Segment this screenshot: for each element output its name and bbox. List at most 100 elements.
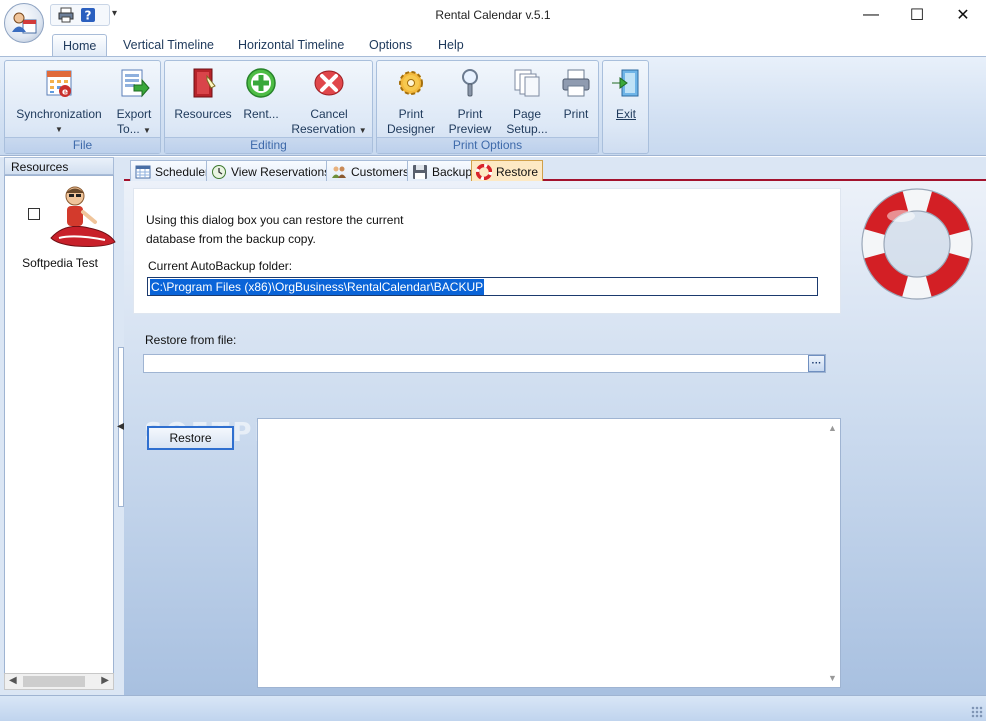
autobackup-folder-field[interactable]: C:\Program Files (x86)\OrgBusiness\Renta…	[147, 277, 818, 296]
group-label-file: File	[5, 137, 160, 153]
resources-pane-header: Resources	[4, 157, 114, 175]
resource-name[interactable]: Softpedia Test	[5, 256, 115, 270]
svg-text:e: e	[62, 88, 68, 98]
tab-scheduler[interactable]: Scheduler	[130, 160, 215, 181]
scroll-up-arrow-icon[interactable]: ▲	[828, 423, 837, 433]
tab-home[interactable]: Home	[52, 34, 108, 58]
resources-pane: Resources Softpedia Test ◀ ▶	[0, 157, 118, 695]
restore-from-file-label: Restore from file:	[145, 333, 237, 347]
gear-icon	[399, 71, 423, 95]
rent-button[interactable]: Rent...	[237, 67, 285, 122]
print-button[interactable]: Print	[557, 67, 595, 122]
tab-backup-label: Backup	[432, 165, 473, 179]
resource-checkbox[interactable]	[28, 208, 40, 220]
tab-customers[interactable]: Customers	[326, 160, 415, 181]
calendar-grid-icon	[135, 165, 151, 179]
group-label-print-options: Print Options	[377, 137, 598, 153]
rent-label: Rent...	[243, 107, 279, 121]
magnifier-icon	[462, 69, 478, 97]
autobackup-folder-label: Current AutoBackup folder:	[148, 259, 293, 273]
scrollbar-thumb[interactable]	[23, 676, 85, 687]
scroll-right-arrow-icon[interactable]: ▶	[101, 675, 109, 686]
print-label: Print	[563, 107, 589, 121]
resources-button[interactable]: Resources	[171, 67, 235, 122]
resize-grip-icon[interactable]	[971, 706, 983, 718]
resource-avatar[interactable]	[45, 182, 117, 254]
print-designer-button[interactable]: Print Designer	[383, 67, 439, 137]
print-preview-line2: Preview	[448, 122, 492, 136]
description-line-1: Using this dialog box you can restore th…	[146, 213, 404, 227]
add-circle-icon	[246, 68, 276, 98]
page-setup-button[interactable]: Page Setup...	[499, 67, 555, 137]
print-designer-line2: Designer	[386, 122, 436, 136]
resources-icon	[193, 68, 216, 98]
print-preview-button[interactable]: Print Preview	[443, 67, 497, 137]
exit-door-icon	[612, 69, 639, 97]
maximize-button[interactable]: ☐	[894, 0, 940, 30]
floppy-icon	[413, 165, 427, 179]
ribbon: e Synchronization ▼ Export To... ▼ File …	[0, 56, 986, 156]
printer-icon	[562, 69, 590, 97]
close-button[interactable]: ✕	[940, 0, 986, 30]
tab-view-reservations-label: View Reservations	[231, 165, 331, 179]
page-setup-line2: Setup...	[506, 122, 548, 136]
tab-vertical-timeline[interactable]: Vertical Timeline	[113, 34, 224, 58]
tab-view-reservations[interactable]: View Reservations	[206, 160, 336, 181]
print-preview-line1: Print	[457, 107, 483, 121]
minimize-button[interactable]: —	[848, 0, 894, 30]
exit-button[interactable]: Exit	[605, 67, 647, 122]
people-icon	[332, 166, 346, 178]
app-logo-icon	[12, 12, 37, 34]
scroll-down-arrow-icon[interactable]: ▼	[828, 673, 837, 683]
export-label-line2: To... ▼	[117, 122, 151, 136]
cancel-label-line2: Reservation ▼	[291, 122, 367, 136]
browse-file-button[interactable]: ···	[808, 355, 825, 372]
group-label-editing: Editing	[165, 137, 372, 153]
synchronization-icon: e	[46, 70, 72, 98]
tab-help[interactable]: Help	[428, 34, 474, 58]
restore-page: Using this dialog box you can restore th…	[124, 181, 986, 695]
app-menu-button[interactable]	[4, 3, 44, 43]
restore-description: Using this dialog box you can restore th…	[146, 211, 446, 249]
pages-icon	[514, 69, 540, 97]
print-designer-line1: Print	[398, 107, 424, 121]
synchronization-caret: ▼	[55, 125, 63, 134]
title-bar: ? ▾ Rental Calendar v.5.1 — ☐ ✕	[0, 0, 986, 43]
info-panel: Using this dialog box you can restore th…	[133, 188, 841, 314]
window-title: Rental Calendar v.5.1	[435, 8, 551, 22]
scroll-left-arrow-icon[interactable]: ◀	[9, 675, 17, 686]
clock-icon	[212, 165, 226, 179]
export-label-line1: Export	[116, 107, 152, 121]
ribbon-group-editing: Resources Rent... Cancel Reservation ▼ E…	[164, 60, 373, 154]
synchronization-label: Synchronization	[16, 107, 102, 121]
exit-label: Exit	[615, 107, 636, 121]
ribbon-group-print-options: Print Designer Print Preview Page Setup.…	[376, 60, 599, 154]
tab-backup[interactable]: Backup	[407, 160, 478, 181]
resources-list: Softpedia Test	[4, 175, 117, 690]
lifebuoy-icon	[476, 164, 492, 180]
tab-horizontal-timeline[interactable]: Horizontal Timeline	[228, 34, 354, 58]
autobackup-folder-path: C:\Program Files (x86)\OrgBusiness\Renta…	[150, 279, 485, 295]
ribbon-group-exit: Exit	[602, 60, 649, 154]
document-tab-strip: Scheduler View Reservations Customers Ba…	[124, 157, 986, 181]
ribbon-group-file: e Synchronization ▼ Export To... ▼ File	[4, 60, 161, 154]
tab-scheduler-label: Scheduler	[155, 165, 210, 179]
log-vertical-scrollbar[interactable]: ▲ ▼	[825, 419, 840, 687]
resources-horizontal-scrollbar[interactable]: ◀ ▶	[4, 673, 114, 690]
restore-log-area[interactable]: ▲ ▼	[257, 418, 841, 688]
tab-restore[interactable]: Restore	[471, 160, 544, 181]
cancel-label-line1: Cancel	[310, 107, 348, 121]
status-bar	[0, 695, 986, 721]
synchronization-button[interactable]: e Synchronization ▼	[11, 67, 107, 137]
export-icon	[121, 69, 150, 98]
tab-customers-label: Customers	[351, 165, 410, 179]
tab-restore-label: Restore	[496, 165, 539, 179]
cancel-reservation-button[interactable]: Cancel Reservation ▼	[289, 67, 369, 138]
export-to-button[interactable]: Export To... ▼	[111, 67, 157, 138]
tab-options[interactable]: Options	[359, 34, 422, 58]
description-line-2: database from the backup copy.	[146, 232, 316, 246]
restore-button[interactable]: Restore	[147, 426, 234, 450]
ribbon-tab-strip: Home Vertical Timeline Horizontal Timeli…	[0, 32, 986, 58]
lifebuoy-illustration-icon	[861, 188, 973, 300]
restore-file-input[interactable]	[143, 354, 826, 373]
